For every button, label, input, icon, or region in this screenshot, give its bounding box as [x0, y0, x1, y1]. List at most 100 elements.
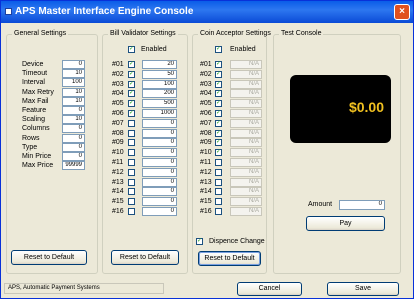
general-setting-label: Type — [22, 143, 38, 151]
bill-row-checkbox[interactable]: ✓ — [128, 100, 135, 108]
bill-row-value[interactable]: 0 — [142, 148, 177, 158]
cancel-button[interactable]: Cancel — [237, 282, 302, 296]
amount-display: $0.00 — [290, 75, 391, 143]
coin-row-label: #12 — [200, 168, 212, 176]
coin-row-value: N/A — [230, 69, 262, 79]
coin-row-label: #08 — [200, 129, 212, 137]
coin-enabled-label: Enabled — [230, 46, 256, 53]
general-setting-field[interactable]: 0 — [62, 124, 85, 134]
general-setting-label: Timeout — [22, 70, 48, 78]
pay-button[interactable]: Pay — [306, 216, 385, 231]
general-setting-field[interactable]: 0 — [62, 106, 85, 115]
bill-row-checkbox[interactable]: ✓ — [128, 80, 135, 88]
bill-row-checkbox[interactable] — [128, 159, 135, 166]
bill-row-label: #03 — [112, 80, 124, 88]
coin-row-checkbox[interactable]: ✓ — [215, 149, 222, 157]
amount-input[interactable]: 0 — [339, 200, 385, 210]
bill-row-value[interactable]: 20 — [142, 60, 177, 69]
general-setting-field[interactable]: 100 — [62, 78, 85, 88]
coin-row-checkbox[interactable]: ✓ — [215, 110, 222, 117]
close-button[interactable]: × — [394, 4, 410, 20]
general-setting-field[interactable]: 10 — [62, 115, 85, 125]
coin-enabled-checkbox[interactable]: ✓ — [215, 46, 222, 53]
dispense-change-checkbox[interactable]: ✓ — [196, 238, 203, 245]
coin-row-checkbox[interactable]: ✓ — [215, 119, 222, 127]
title-bar[interactable]: APS Master Interface Engine Console × — [1, 1, 413, 23]
bill-row-value[interactable]: 0 — [142, 207, 177, 216]
general-setting-field[interactable]: 10 — [62, 69, 85, 79]
bill-row-value[interactable]: 0 — [142, 197, 177, 207]
bill-row-checkbox[interactable] — [128, 178, 135, 186]
bill-row-checkbox[interactable]: ✓ — [128, 70, 135, 78]
coin-row-value: N/A — [230, 158, 262, 167]
bill-row-checkbox[interactable] — [128, 208, 135, 215]
bill-row-checkbox[interactable]: ✓ — [128, 110, 135, 117]
bill-row-checkbox[interactable] — [128, 129, 135, 137]
general-setting-field[interactable]: 0 — [62, 142, 85, 152]
coin-row-checkbox[interactable] — [215, 168, 222, 176]
main-window: APS Master Interface Engine Console × Ge… — [0, 0, 414, 299]
coin-row-checkbox[interactable] — [215, 198, 222, 206]
bill-row-value[interactable]: 0 — [142, 177, 177, 187]
general-settings-title: General Settings — [12, 30, 69, 37]
coin-row-checkbox[interactable]: ✓ — [215, 139, 222, 147]
bill-row-checkbox[interactable] — [128, 198, 135, 206]
general-setting-field[interactable]: 0 — [62, 152, 85, 161]
bill-row-label: #10 — [112, 149, 124, 157]
general-setting-field[interactable]: 99999 — [62, 161, 85, 171]
general-setting-field[interactable]: 0 — [62, 133, 85, 143]
coin-row-checkbox[interactable] — [215, 159, 222, 166]
bill-row-value[interactable]: 0 — [142, 158, 177, 167]
bill-row-label: #16 — [112, 208, 124, 215]
bill-row-value[interactable]: 50 — [142, 69, 177, 79]
coin-row-value: N/A — [230, 118, 262, 128]
save-button[interactable]: Save — [327, 282, 399, 296]
coin-row-checkbox[interactable]: ✓ — [215, 90, 222, 98]
coin-row-checkbox[interactable] — [215, 188, 222, 196]
bill-row-label: #09 — [112, 139, 124, 147]
bill-row-checkbox[interactable] — [128, 139, 135, 147]
coin-row-value: N/A — [230, 138, 262, 148]
coin-row-checkbox[interactable]: ✓ — [215, 100, 222, 108]
bill-row-value[interactable]: 0 — [142, 138, 177, 148]
bill-row-checkbox[interactable] — [128, 149, 135, 157]
bill-row-value[interactable]: 100 — [142, 79, 177, 89]
bill-row-label: #15 — [112, 198, 124, 206]
bill-row-value[interactable]: 0 — [142, 118, 177, 128]
coin-row-value: N/A — [230, 79, 262, 89]
bill-row-value[interactable]: 1000 — [142, 109, 177, 118]
bill-row-checkbox[interactable]: ✓ — [128, 61, 135, 68]
coin-row-label: #02 — [200, 70, 212, 78]
coin-row-label: #04 — [200, 90, 212, 98]
bill-row-checkbox[interactable]: ✓ — [128, 90, 135, 98]
bill-row-checkbox[interactable] — [128, 119, 135, 127]
bill-reset-button[interactable]: Reset to Default — [111, 250, 179, 265]
coin-row-label: #09 — [200, 139, 212, 147]
bill-row-value[interactable]: 0 — [142, 167, 177, 177]
coin-row-checkbox[interactable]: ✓ — [215, 70, 222, 78]
general-setting-label: Max Fail — [22, 97, 49, 105]
coin-row-value: N/A — [230, 207, 262, 216]
coin-row-checkbox[interactable] — [215, 208, 222, 215]
general-setting-field[interactable]: 10 — [62, 87, 85, 97]
bill-row-value[interactable]: 0 — [142, 128, 177, 138]
general-setting-field[interactable]: 10 — [62, 96, 85, 106]
coin-reset-button[interactable]: Reset to Default — [198, 251, 261, 266]
coin-row-value: N/A — [230, 177, 262, 187]
bill-row-checkbox[interactable] — [128, 188, 135, 196]
bill-row-label: #04 — [112, 90, 124, 98]
coin-row-checkbox[interactable]: ✓ — [215, 129, 222, 137]
coin-row-label: #03 — [200, 80, 212, 88]
bill-row-value[interactable]: 200 — [142, 89, 177, 99]
general-reset-button[interactable]: Reset to Default — [11, 250, 87, 265]
general-setting-label: Rows — [22, 134, 40, 142]
bill-row-checkbox[interactable] — [128, 168, 135, 176]
coin-row-checkbox[interactable] — [215, 178, 222, 186]
coin-row-checkbox[interactable]: ✓ — [215, 61, 222, 68]
bill-row-value[interactable]: 500 — [142, 99, 177, 109]
bill-enabled-checkbox[interactable]: ✓ — [128, 46, 135, 53]
coin-row-checkbox[interactable]: ✓ — [215, 80, 222, 88]
general-setting-label: Max Retry — [22, 88, 54, 96]
bill-row-value[interactable]: 0 — [142, 187, 177, 197]
general-setting-field[interactable]: 0 — [62, 60, 85, 69]
